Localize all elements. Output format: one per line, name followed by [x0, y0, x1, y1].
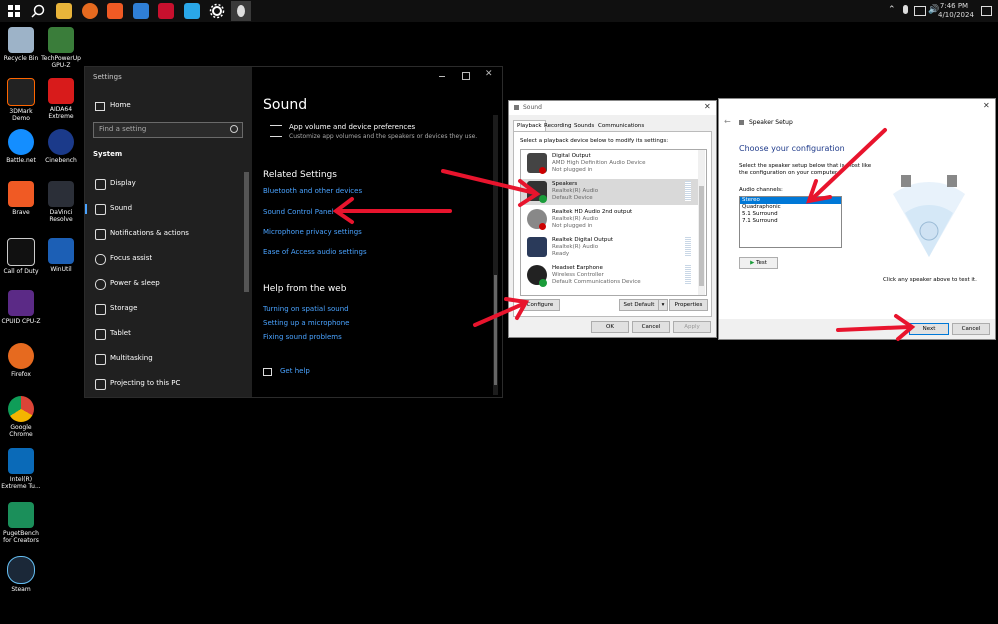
- arrow-to-next-button: [836, 314, 916, 341]
- annotation-arrows: [332, 128, 916, 341]
- arrow-to-sound-control-panel: [332, 197, 452, 224]
- arrow-to-configure-button: [473, 297, 530, 327]
- arrow-to-stereo-option: [805, 128, 887, 204]
- arrow-to-speakers-device: [441, 169, 541, 207]
